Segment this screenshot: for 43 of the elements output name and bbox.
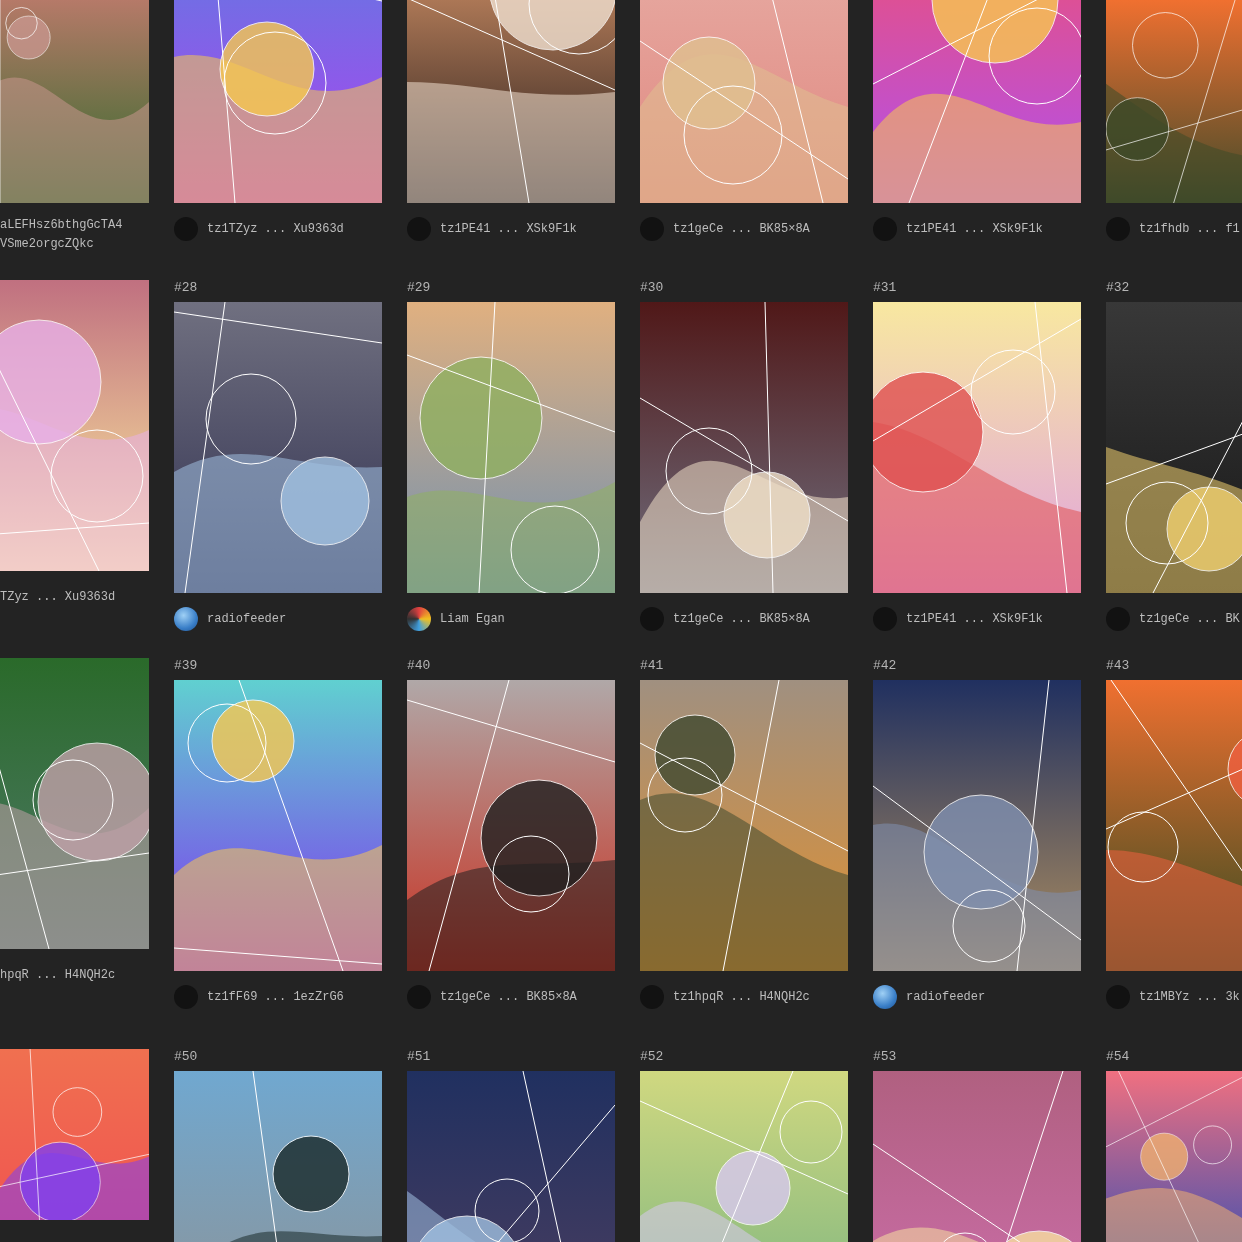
owner-name[interactable]: tz1MBYz ... 3k (1139, 987, 1240, 1007)
abstract-artwork[interactable] (873, 680, 1081, 971)
token-number: #54 (1106, 1049, 1130, 1065)
owner-name[interactable]: tz1geCe ... BK (1139, 609, 1240, 629)
token-number: #40 (407, 658, 431, 674)
abstract-artwork[interactable] (407, 680, 615, 971)
owner-name[interactable]: TZyz ... Xu9363d (0, 587, 116, 607)
token-number: #52 (640, 1049, 664, 1065)
owner-name[interactable]: tz1geCe ... BK85×8A (673, 219, 810, 239)
avatar-icon[interactable] (873, 985, 897, 1009)
owner-name[interactable]: tz1geCe ... BK85×8A (440, 987, 577, 1007)
owner-name[interactable]: radiofeeder (906, 987, 986, 1007)
avatar-photo-placeholder[interactable] (407, 607, 431, 631)
token-number: #41 (640, 658, 664, 674)
owner-name[interactable]: tz1PE41 ... XSk9F1k (440, 219, 577, 239)
abstract-artwork[interactable] (407, 0, 615, 203)
token-number: #42 (873, 658, 897, 674)
token-number: #30 (640, 280, 664, 296)
owner-name[interactable]: tz1PE41 ... XSk9F1k (906, 609, 1043, 629)
owner-name[interactable]: hpqR ... H4NQH2c (0, 965, 116, 985)
owner-name[interactable]: tz1geCe ... BK85×8A (673, 609, 810, 629)
token-number: #29 (407, 280, 431, 296)
abstract-artwork[interactable] (1106, 302, 1242, 593)
token-number: #43 (1106, 658, 1130, 674)
abstract-artwork[interactable] (174, 1071, 382, 1242)
owner-name[interactable]: tz1hpqR ... H4NQH2c (673, 987, 810, 1007)
owner-name[interactable]: aLEFHsz6bthgGcTA4VSme2orgcZQkc (0, 216, 123, 254)
token-number: #50 (174, 1049, 198, 1065)
owner-name[interactable]: tz1fF69 ... 1ezZrG6 (207, 987, 344, 1007)
token-number: #39 (174, 658, 198, 674)
owner-name[interactable]: Liam Egan (440, 609, 505, 629)
avatar-icon[interactable] (174, 607, 198, 631)
token-number: #51 (407, 1049, 431, 1065)
token-number: #53 (873, 1049, 897, 1065)
owner-name[interactable]: tz1PE41 ... XSk9F1k (906, 219, 1043, 239)
token-number: #32 (1106, 280, 1130, 296)
token-number: #28 (174, 280, 198, 296)
abstract-artwork[interactable] (407, 1071, 615, 1242)
owner-name[interactable]: radiofeeder (207, 609, 287, 629)
owner-name[interactable]: tz1TZyz ... Xu9363d (207, 219, 344, 239)
abstract-artwork[interactable] (640, 302, 848, 593)
token-number: #31 (873, 280, 897, 296)
owner-name[interactable]: tz1fhdb ... f1 (1139, 219, 1240, 239)
